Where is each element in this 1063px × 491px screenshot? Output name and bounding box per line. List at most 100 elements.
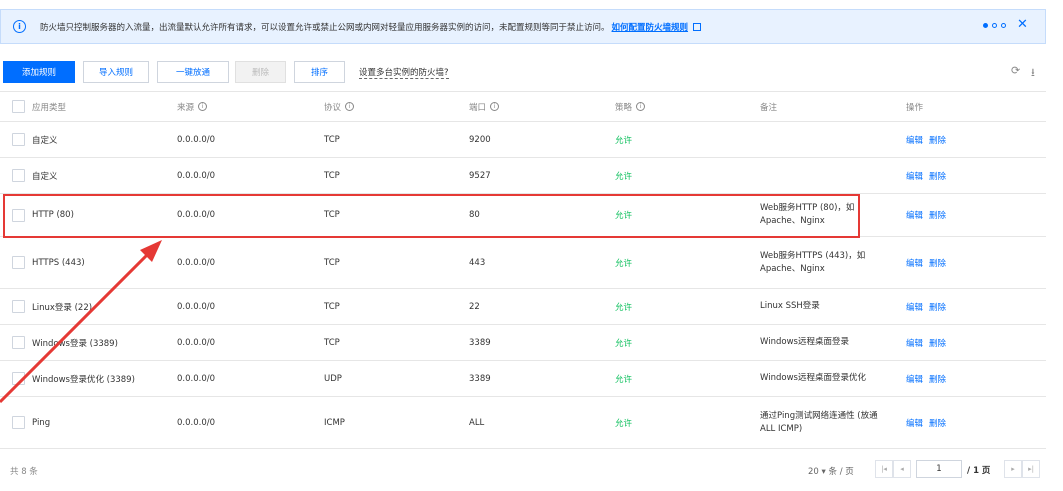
- col-protocol: 协议 i: [324, 92, 355, 121]
- cell-ops: 编辑 删除: [906, 325, 952, 360]
- table-row: Ping 0.0.0.0/0 ICMP ALL 允许 通过Ping测试网络连通性 (放通 A…: [0, 397, 1046, 449]
- one-click-allow-button[interactable]: 一键放通: [157, 61, 229, 83]
- delete-link[interactable]: 删除: [929, 337, 946, 349]
- delete-link[interactable]: 删除: [929, 301, 946, 313]
- cell-remark: Web服务HTTP (80)，如 Apache、Nginx: [760, 194, 900, 236]
- cell-ops: 编辑 删除: [906, 361, 952, 396]
- carousel-dot[interactable]: [1001, 23, 1006, 28]
- edit-link[interactable]: 编辑: [906, 301, 923, 313]
- table-row: Windows登录优化 (3389) 0.0.0.0/0 UDP 3389 允许 Wind…: [0, 361, 1046, 397]
- delete-link[interactable]: 删除: [929, 209, 946, 221]
- prev-page-button[interactable]: ◂: [893, 460, 911, 478]
- cell-protocol: UDP: [324, 373, 342, 384]
- add-rule-button[interactable]: 添加规则: [3, 61, 75, 83]
- cell-source: 0.0.0.0/0: [177, 337, 216, 348]
- sort-button[interactable]: 排序: [294, 61, 345, 83]
- cell-source: 0.0.0.0/0: [177, 134, 216, 145]
- notice-text: 防火墙只控制服务器的入流量，出流量默认允许所有请求，可以设置允许或禁止公网或内网…: [40, 22, 610, 33]
- table-row: Windows登录 (3389) 0.0.0.0/0 TCP 3389 允许 Window…: [0, 325, 1046, 361]
- row-checkbox[interactable]: [12, 300, 25, 313]
- remark-line: Windows远程桌面登录: [760, 337, 849, 347]
- col-policy: 策略 i: [615, 92, 646, 121]
- col-remark: 备注: [760, 102, 778, 113]
- page-total: / 1 页: [967, 466, 991, 476]
- carousel-dot[interactable]: [983, 23, 988, 28]
- info-icon[interactable]: i: [198, 102, 208, 111]
- edit-link[interactable]: 编辑: [906, 257, 923, 269]
- cell-policy: 允许: [615, 135, 633, 146]
- edit-link[interactable]: 编辑: [906, 337, 923, 349]
- page-input[interactable]: 1: [916, 460, 962, 478]
- delete-link[interactable]: 删除: [929, 134, 946, 146]
- delete-link[interactable]: 删除: [929, 417, 946, 429]
- edit-link[interactable]: 编辑: [906, 209, 923, 221]
- row-checkbox[interactable]: [12, 416, 25, 429]
- remark-line: ALL ICMP): [760, 423, 803, 434]
- rules-table: 应用类型 来源 i 协议 i 端口 i 策略 i 备注 操作 自定义 0.0.0.0/0 T…: [0, 91, 1046, 449]
- row-checkbox[interactable]: [12, 372, 25, 385]
- row-checkbox[interactable]: [12, 208, 25, 222]
- delete-button[interactable]: 删除: [235, 61, 286, 83]
- row-checkbox[interactable]: [12, 133, 25, 146]
- multi-instance-help-link[interactable]: 设置多台实例的防火墙?: [359, 66, 449, 79]
- info-icon[interactable]: i: [490, 102, 500, 111]
- row-checkbox[interactable]: [12, 336, 25, 349]
- cell-port: 9527: [469, 170, 491, 181]
- row-checkbox[interactable]: [12, 169, 25, 182]
- cell-source: 0.0.0.0/0: [177, 170, 216, 181]
- import-rule-button[interactable]: 导入规则: [83, 61, 149, 83]
- cell-port: 3389: [469, 337, 491, 348]
- cell-type: 自定义: [32, 171, 58, 182]
- external-link-icon[interactable]: [693, 22, 702, 31]
- cell-remark: Windows远程桌面登录优化: [760, 361, 900, 396]
- remark-line: Web服务HTTPS (443)，如: [760, 250, 866, 261]
- col-type: 应用类型: [32, 102, 67, 113]
- remark-line: Windows远程桌面登录优化: [760, 373, 866, 383]
- firewall-help-link[interactable]: 如何配置防火墙规则: [612, 21, 689, 33]
- cell-ops: 编辑 删除: [906, 289, 952, 324]
- cell-policy: 允许: [615, 258, 633, 269]
- select-all-checkbox[interactable]: [12, 100, 25, 113]
- cell-remark: Windows远程桌面登录: [760, 325, 900, 360]
- edit-link[interactable]: 编辑: [906, 170, 923, 182]
- delete-link[interactable]: 删除: [929, 373, 946, 385]
- pagination: 共 8 条 20 ▾ 条 / 页 |◂ ◂ 1 / 1 页 ▸ ▸|: [0, 455, 1046, 485]
- col-source: 来源 i: [177, 92, 208, 121]
- next-page-button[interactable]: ▸: [1004, 460, 1022, 478]
- cell-type: HTTPS (443): [32, 257, 85, 268]
- cell-policy: 允许: [615, 338, 633, 349]
- cell-port: 80: [469, 210, 480, 220]
- info-icon[interactable]: i: [345, 102, 355, 111]
- last-page-button[interactable]: ▸|: [1022, 460, 1040, 478]
- remark-line: Linux SSH登录: [760, 301, 820, 311]
- download-icon[interactable]: ⭳: [1031, 64, 1035, 83]
- cell-ops: 编辑 删除: [906, 397, 952, 448]
- cell-remark: Web服务HTTPS (443)，如 Apache、Nginx: [760, 237, 900, 288]
- refresh-icon[interactable]: ⟳: [1011, 64, 1020, 77]
- edit-link[interactable]: 编辑: [906, 134, 923, 146]
- cell-protocol: TCP: [324, 170, 340, 181]
- first-page-button[interactable]: |◂: [875, 460, 893, 478]
- cell-protocol: ICMP: [324, 417, 345, 428]
- edit-link[interactable]: 编辑: [906, 373, 923, 385]
- cell-protocol: TCP: [324, 210, 340, 220]
- cell-ops: 编辑 删除: [906, 158, 952, 193]
- cell-port: 22: [469, 301, 480, 312]
- firewall-notice: i 防火墙只控制服务器的入流量，出流量默认允许所有请求，可以设置允许或禁止公网或…: [0, 9, 1046, 44]
- cell-protocol: TCP: [324, 337, 340, 348]
- page-size-select[interactable]: 20 ▾ 条 / 页: [808, 465, 854, 477]
- cell-remark: 通过Ping测试网络连通性 (放通 ALL ICMP): [760, 397, 900, 448]
- carousel-dots[interactable]: [983, 23, 1006, 28]
- delete-link[interactable]: 删除: [929, 170, 946, 182]
- delete-link[interactable]: 删除: [929, 257, 946, 269]
- close-icon[interactable]: ✕: [1017, 17, 1028, 32]
- cell-port: 3389: [469, 373, 491, 384]
- table-row: HTTPS (443) 0.0.0.0/0 TCP 443 允许 Web服务HTTPS (…: [0, 237, 1046, 289]
- cell-type: Windows登录优化 (3389): [32, 374, 135, 385]
- edit-link[interactable]: 编辑: [906, 417, 923, 429]
- row-checkbox[interactable]: [12, 256, 25, 269]
- table-row: 自定义 0.0.0.0/0 TCP 9527 允许 编辑 删除: [0, 158, 1046, 194]
- carousel-dot[interactable]: [992, 23, 997, 28]
- cell-type: HTTP (80): [32, 210, 74, 220]
- info-icon[interactable]: i: [636, 102, 646, 111]
